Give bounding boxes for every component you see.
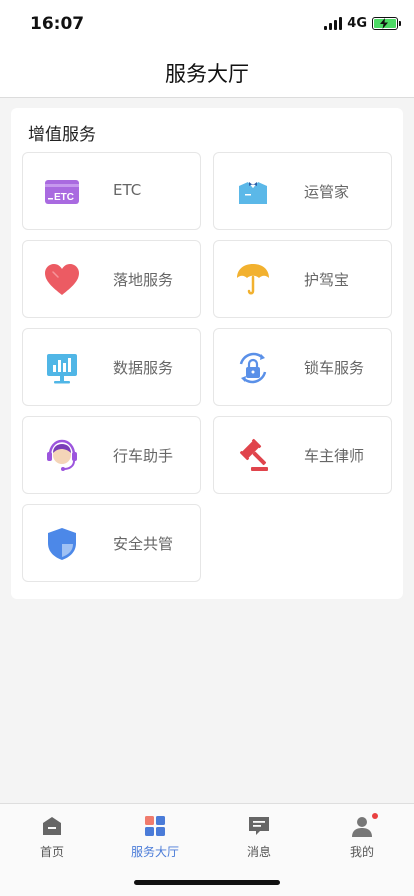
service-tile-etc[interactable]: ETC ETC [22,152,201,230]
gavel-icon [235,438,271,474]
service-label: 落地服务 [113,271,174,289]
data-monitor-icon [44,350,80,386]
home-indicator [134,880,280,885]
service-tile-landing[interactable]: 落地服务 [22,240,201,318]
service-tile-safety[interactable]: 安全共管 [22,504,201,582]
tab-messages[interactable]: 消息 [207,814,311,864]
tab-service-hall[interactable]: 服务大厅 [103,814,207,864]
value-added-services-card: 增值服务 ETC ETC 运管家 落地服务 护驾宝 数据服务 锁车服务 行车助手… [11,108,403,599]
butler-icon [235,174,271,210]
etc-badge-text: ETC [54,192,74,203]
message-icon [247,814,271,838]
heart-icon [44,262,80,298]
service-label: 行车助手 [113,447,174,465]
service-label: 安全共管 [113,535,174,553]
shield-icon [44,526,80,562]
status-time: 16:07 [30,14,85,34]
service-tile-owner-lawyer[interactable]: 车主律师 [213,416,392,494]
signal-icon [324,17,343,30]
headset-icon [44,438,80,474]
tab-mine[interactable]: 我的 [310,813,414,864]
service-label: ETC [113,181,142,199]
service-tile-driving-assistant[interactable]: 行车助手 [22,416,201,494]
grid-icon [143,814,167,838]
status-indicators: 4G [324,16,401,31]
tab-label: 服务大厅 [130,845,179,859]
service-label: 运管家 [304,183,350,201]
umbrella-icon [235,262,271,298]
person-icon [350,813,378,838]
etc-card-icon: ETC [44,174,80,210]
service-label: 护驾宝 [304,271,350,289]
service-label: 锁车服务 [304,359,365,377]
lock-refresh-icon [235,350,271,386]
page-title: 服务大厅 [165,61,249,86]
service-label: 数据服务 [113,359,174,377]
service-label: 车主律师 [304,447,365,465]
section-title: 增值服务 [28,125,96,145]
tab-label: 首页 [39,845,64,859]
status-bar: 16:07 4G [0,0,414,48]
service-tile-data[interactable]: 数据服务 [22,328,201,406]
nav-bar: 服务大厅 [0,48,414,98]
tab-label: 我的 [349,845,374,859]
service-tile-butler[interactable]: 运管家 [213,152,392,230]
notification-dot [372,813,378,819]
service-tile-lock[interactable]: 锁车服务 [213,328,392,406]
battery-icon [372,17,401,30]
home-icon [40,814,64,838]
tab-home[interactable]: 首页 [0,814,104,864]
tab-label: 消息 [246,845,271,859]
network-type: 4G [347,16,367,31]
service-tile-protect[interactable]: 护驾宝 [213,240,392,318]
